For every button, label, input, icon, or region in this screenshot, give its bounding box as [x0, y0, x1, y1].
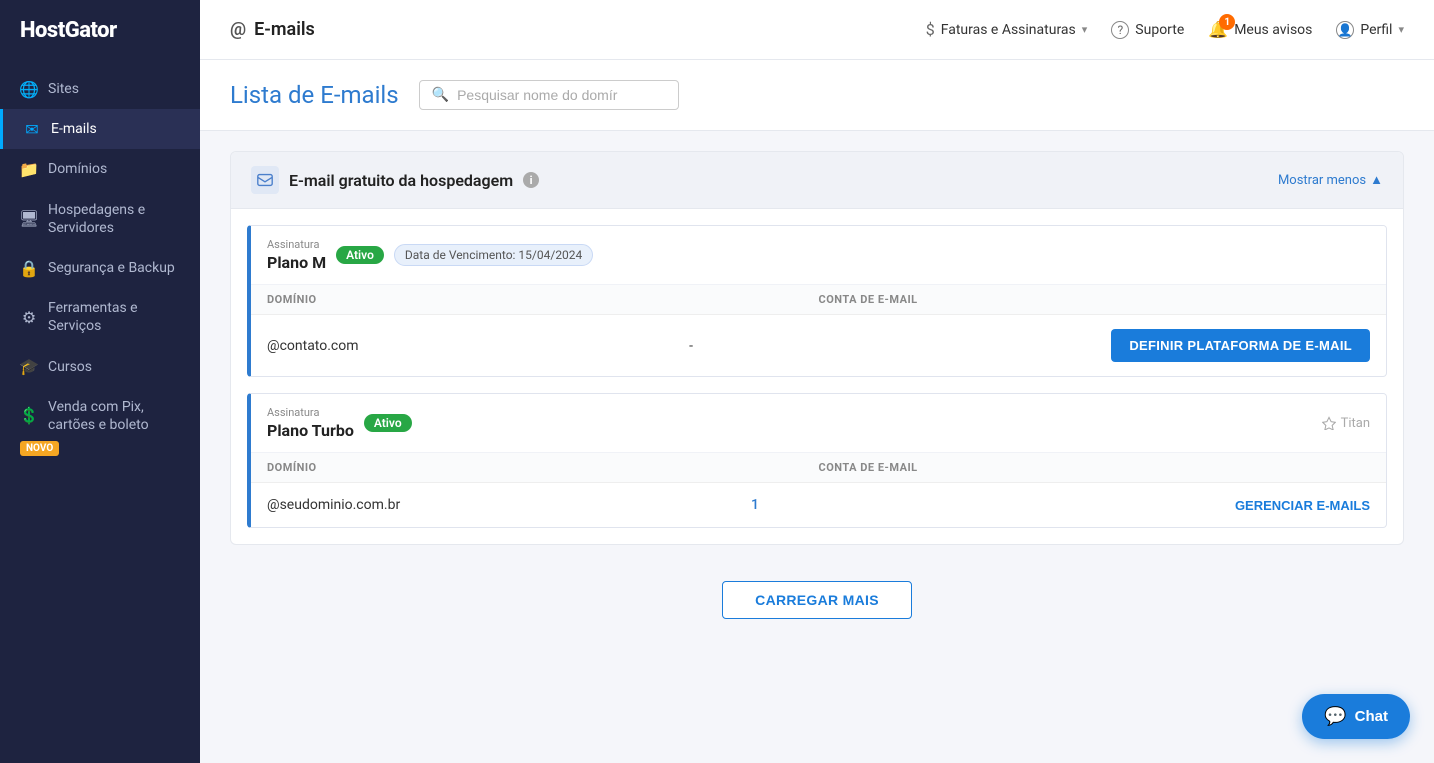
plan-table-header: DOMÍNIO CONTA DE E-MAIL [251, 453, 1386, 483]
sites-icon: 🌐 [20, 80, 38, 98]
chevron-down-icon: ▾ [1082, 23, 1088, 36]
load-more-area: CARREGAR MAIS [230, 561, 1404, 629]
sidebar-item-label: Domínios [48, 160, 107, 178]
question-icon: ? [1111, 21, 1129, 39]
sidebar-item-venda[interactable]: 💲 Venda com Pix, cartões e boleto NOVO [0, 387, 200, 467]
nav-faturas-label: Faturas e Assinaturas [941, 22, 1076, 38]
header-title-text: E-mails [254, 19, 315, 40]
sidebar-item-label: Ferramentas e Serviços [48, 299, 180, 335]
chat-button[interactable]: 💬 Chat [1302, 694, 1410, 739]
col-domain: DOMÍNIO [267, 461, 819, 474]
search-input[interactable] [457, 87, 666, 103]
brand-logo: HostGator [0, 0, 200, 61]
nav-perfil-label: Perfil [1360, 22, 1392, 38]
content-area: Lista de E-mails 🔍 E-mail gratuito da ho… [200, 60, 1434, 763]
sidebar-item-sites[interactable]: 🌐 Sites [0, 69, 200, 109]
folder-icon: 📁 [20, 160, 38, 178]
at-icon: @ [230, 19, 246, 40]
sidebar-item-label: Cursos [48, 358, 92, 376]
col-email: CONTA DE E-MAIL [819, 461, 1371, 474]
domain-cell: @seudominio.com.br [267, 497, 751, 513]
titan-text: Titan [1341, 416, 1370, 431]
top-header: @ E-mails $ Faturas e Assinaturas ▾ ? Su… [200, 0, 1434, 60]
plan-table-header: DOMÍNIO CONTA DE E-MAIL [251, 285, 1386, 315]
section-header: E-mail gratuito da hospedagem i Mostrar … [231, 152, 1403, 209]
notification-badge: 1 [1219, 14, 1235, 30]
table-row: @seudominio.com.br 1 GERENCIAR E-MAILS [251, 483, 1386, 527]
info-icon[interactable]: i [523, 172, 539, 188]
lock-icon: 🔒 [20, 259, 38, 277]
chat-label: Chat [1355, 708, 1388, 725]
courses-icon: 🎓 [20, 358, 38, 376]
main-content: @ E-mails $ Faturas e Assinaturas ▾ ? Su… [200, 0, 1434, 763]
status-badge: Ativo [336, 246, 384, 264]
plan-header-turbo: Assinatura Plano Turbo Ativo Titan [251, 394, 1386, 453]
sidebar-item-ferramentas[interactable]: ⚙ Ferramentas e Serviços [0, 288, 200, 346]
expiry-badge: Data de Vencimento: 15/04/2024 [394, 244, 593, 266]
plan-card-turbo: Assinatura Plano Turbo Ativo Titan DOMÍN… [247, 393, 1387, 528]
plan-header-m: Assinatura Plano M Ativo Data de Vencime… [251, 226, 1386, 285]
chevron-down-icon: ▾ [1398, 23, 1404, 36]
header-title: @ E-mails [230, 19, 315, 40]
plan-name: Plano M [267, 253, 326, 272]
plan-label: Assinatura [267, 238, 326, 251]
sidebar-item-seguranca[interactable]: 🔒 Segurança e Backup [0, 248, 200, 288]
sidebar-item-label: Venda com Pix, cartões e boleto [48, 398, 180, 434]
search-icon: 🔍 [432, 87, 449, 103]
sidebar-item-hospedagens[interactable]: 🖥 Hospedagens e Servidores [0, 190, 200, 248]
page-header: Lista de E-mails 🔍 [200, 60, 1434, 131]
pix-icon: 💲 [20, 407, 38, 425]
status-badge: Ativo [364, 414, 412, 432]
chevron-up-icon: ▲ [1370, 172, 1383, 188]
sidebar-nav: 🌐 Sites ✉ E-mails 📁 Domínios 🖥 Hospedage… [0, 61, 200, 763]
titan-label: Titan [1322, 416, 1370, 431]
plan-name: Plano Turbo [267, 421, 354, 440]
plan-info: Assinatura Plano Turbo [267, 406, 354, 440]
table-row: @contato.com - DEFINIR PLATAFORMA DE E-M… [251, 315, 1386, 376]
nav-faturas[interactable]: $ Faturas e Assinaturas ▾ [926, 20, 1088, 39]
section-title: E-mail gratuito da hospedagem [289, 171, 513, 190]
nav-avisos-label: Meus avisos [1234, 22, 1312, 38]
definir-plataforma-button[interactable]: DEFINIR PLATAFORMA DE E-MAIL [1111, 329, 1370, 362]
section-header-left: E-mail gratuito da hospedagem i [251, 166, 539, 194]
domain-cell: @contato.com [267, 338, 689, 354]
nav-suporte[interactable]: ? Suporte [1111, 21, 1184, 39]
email-count-cell: - [689, 338, 1111, 354]
plan-card-m: Assinatura Plano M Ativo Data de Vencime… [247, 225, 1387, 377]
nav-avisos[interactable]: 🔔 1 Meus avisos [1208, 20, 1312, 39]
load-more-button[interactable]: CARREGAR MAIS [722, 581, 912, 619]
header-nav: $ Faturas e Assinaturas ▾ ? Suporte 🔔 1 … [926, 20, 1404, 39]
nav-suporte-label: Suporte [1135, 22, 1184, 38]
plan-info: Assinatura Plano M [267, 238, 326, 272]
nav-perfil[interactable]: 👤 Perfil ▾ [1336, 21, 1404, 39]
bell-icon: 🔔 1 [1208, 20, 1228, 39]
person-icon: 👤 [1336, 21, 1354, 39]
collapse-button[interactable]: Mostrar menos ▲ [1278, 172, 1383, 188]
dollar-icon: $ [926, 20, 935, 39]
email-section: E-mail gratuito da hospedagem i Mostrar … [230, 151, 1404, 545]
plan-label: Assinatura [267, 406, 354, 419]
sidebar-item-label: Hospedagens e Servidores [48, 201, 180, 237]
page-title: Lista de E-mails [230, 81, 399, 109]
section-icon [251, 166, 279, 194]
sidebar-item-cursos[interactable]: 🎓 Cursos [0, 347, 200, 387]
col-domain: DOMÍNIO [267, 293, 819, 306]
chat-icon: 💬 [1324, 706, 1346, 727]
collapse-label: Mostrar menos [1278, 173, 1366, 188]
gear-icon: ⚙ [20, 308, 38, 326]
email-count-cell: 1 [751, 497, 1235, 513]
sidebar-item-label: E-mails [51, 120, 97, 138]
sidebar-item-label: Sites [48, 80, 79, 98]
server-icon: 🖥 [20, 210, 38, 228]
col-email: CONTA DE E-MAIL [819, 293, 1371, 306]
sidebar-item-dominios[interactable]: 📁 Domínios [0, 149, 200, 189]
novo-badge: NOVO [20, 441, 59, 456]
search-bar[interactable]: 🔍 [419, 80, 679, 110]
sidebar-item-label: Segurança e Backup [48, 259, 175, 277]
email-icon: ✉ [23, 120, 41, 138]
sidebar-item-emails[interactable]: ✉ E-mails [0, 109, 200, 149]
sidebar: HostGator 🌐 Sites ✉ E-mails 📁 Domínios 🖥… [0, 0, 200, 763]
gerenciar-emails-button[interactable]: GERENCIAR E-MAILS [1235, 498, 1370, 513]
